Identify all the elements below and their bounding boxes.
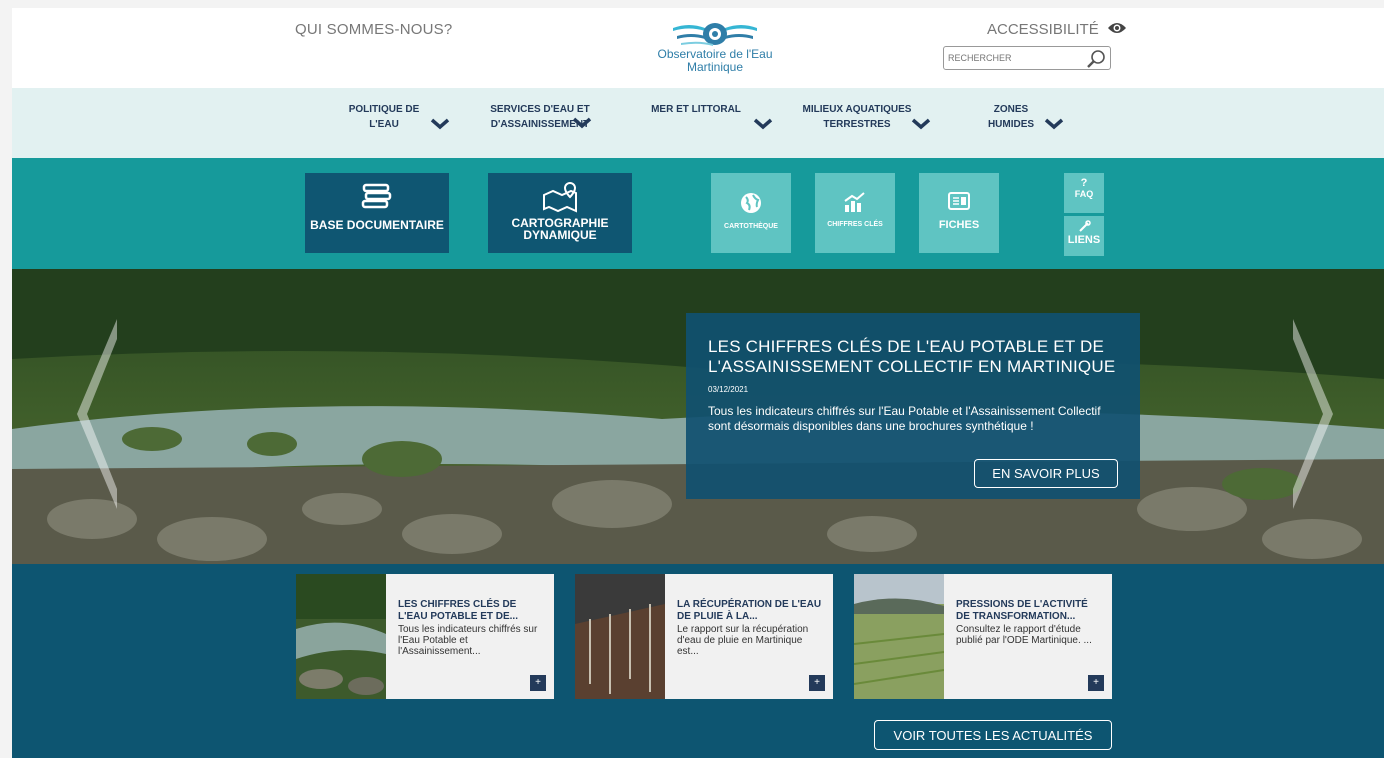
chevron-left-icon[interactable] [72, 319, 122, 509]
nav-item-label: MILIEUX AQUATIQUES TERRESTRES [802, 104, 912, 130]
tools-bar: BASE DOCUMENTAIRE CARTOGRAPHIE DYNAMIQUE… [12, 158, 1384, 269]
news-card-text: Tous les indicateurs chiffrés sur l'Eau … [398, 624, 538, 657]
chiffres-cles-label: CHIFFRES CLÉS [827, 221, 883, 228]
fiches-tile[interactable]: FICHES [919, 173, 999, 253]
hero-text: Tous les indicateurs chiffrés sur l'Eau … [708, 404, 1101, 433]
page: QUI SOMMES-NOUS? Observatoire de l'Eau M… [12, 8, 1384, 758]
cartotheque-tile[interactable]: CARTOTHÈQUE [711, 173, 791, 253]
chart-icon [844, 192, 865, 212]
search-icon[interactable] [1086, 49, 1106, 74]
water-eye-logo-icon [673, 23, 757, 46]
fiches-label: FICHES [938, 219, 980, 231]
cartographie-label: CARTOGRAPHIE DYNAMIQUE [511, 216, 609, 242]
chevron-down-icon[interactable] [572, 117, 592, 129]
news-card-image [296, 574, 386, 699]
hero-slider: LES CHIFFRES CLÉS DE L'EAU POTABLE ET DE… [12, 269, 1384, 564]
news-card[interactable]: LES CHIFFRES CLÉS DE L'EAU POTABLE ET DE… [296, 574, 554, 699]
site-logo[interactable]: Observatoire de l'Eau Martinique [640, 20, 790, 82]
plus-icon[interactable]: + [1088, 675, 1104, 691]
document-icon [948, 192, 970, 210]
plus-icon[interactable]: + [809, 675, 825, 691]
eye-icon [1107, 21, 1127, 39]
chevron-down-icon[interactable] [911, 118, 931, 130]
nav-item-label: MER ET LITTORAL [651, 104, 741, 115]
liens-tile[interactable]: LIENS [1064, 216, 1104, 256]
logo-line2: Martinique [686, 60, 744, 74]
chevron-down-icon[interactable] [753, 118, 773, 130]
nav-item-label: POLITIQUE DE L'EAU [348, 104, 420, 130]
news-card-title: PRESSIONS DE L'ACTIVITÉ DE TRANSFORMATIO… [956, 599, 1088, 622]
liens-label: LIENS [1067, 234, 1101, 246]
news-card-image [854, 574, 944, 699]
hero-title: LES CHIFFRES CLÉS DE L'EAU POTABLE ET DE… [708, 337, 1116, 376]
chevron-right-icon[interactable] [1288, 319, 1338, 509]
chevron-down-icon[interactable] [430, 118, 450, 130]
hero-caption: LES CHIFFRES CLÉS DE L'EAU POTABLE ET DE… [686, 313, 1140, 499]
news-card[interactable]: LA RÉCUPÉRATION DE L'EAU DE PLUIE À LA..… [575, 574, 833, 699]
nav-item-zones[interactable]: ZONES HUMIDES [976, 102, 1046, 132]
faq-tile[interactable]: ? FAQ [1064, 173, 1104, 213]
news-card-title: LA RÉCUPÉRATION DE L'EAU DE PLUIE À LA..… [677, 599, 822, 622]
news-card-body: LA RÉCUPÉRATION DE L'EAU DE PLUIE À LA..… [665, 574, 833, 699]
nav-item-politique[interactable]: POLITIQUE DE L'EAU [344, 102, 424, 132]
plus-icon[interactable]: + [530, 675, 546, 691]
hero-date: 03/12/2021 [708, 385, 749, 394]
news-card-text: Consultez le rapport d'étude publié par … [956, 624, 1092, 646]
link-icon [1079, 220, 1091, 232]
globe-icon [741, 193, 761, 213]
faq-label: FAQ [1074, 189, 1094, 199]
en-savoir-plus-button[interactable]: EN SAVOIR PLUS [974, 459, 1118, 488]
chevron-down-icon[interactable] [1044, 118, 1064, 130]
about-link[interactable]: QUI SOMMES-NOUS? [295, 21, 452, 38]
base-documentaire-tile[interactable]: BASE DOCUMENTAIRE [305, 173, 449, 253]
news-card-title: LES CHIFFRES CLÉS DE L'EAU POTABLE ET DE… [398, 599, 518, 622]
map-pin-icon [543, 181, 577, 213]
chiffres-cles-tile[interactable]: CHIFFRES CLÉS [815, 173, 895, 253]
nav-item-milieux[interactable]: MILIEUX AQUATIQUES TERRESTRES [798, 102, 916, 132]
nav-item-mer[interactable]: MER ET LITTORAL [648, 102, 744, 117]
books-icon [361, 183, 392, 209]
news-card[interactable]: PRESSIONS DE L'ACTIVITÉ DE TRANSFORMATIO… [854, 574, 1112, 699]
cartographie-tile[interactable]: CARTOGRAPHIE DYNAMIQUE [488, 173, 632, 253]
question-icon: ? [1080, 177, 1088, 189]
main-nav: POLITIQUE DE L'EAU SERVICES D'EAU ET D'A… [12, 88, 1384, 158]
accessibility-link[interactable]: ACCESSIBILITÉ [987, 21, 1127, 39]
nav-item-label: ZONES HUMIDES [987, 104, 1035, 130]
base-documentaire-label: BASE DOCUMENTAIRE [310, 218, 444, 232]
news-card-text: Le rapport sur la récupération d'eau de … [677, 624, 809, 657]
news-card-body: PRESSIONS DE L'ACTIVITÉ DE TRANSFORMATIO… [944, 574, 1112, 699]
news-section: LES CHIFFRES CLÉS DE L'EAU POTABLE ET DE… [12, 564, 1384, 758]
accessibility-label: ACCESSIBILITÉ [987, 21, 1099, 38]
news-card-body: LES CHIFFRES CLÉS DE L'EAU POTABLE ET DE… [386, 574, 554, 699]
cartotheque-label: CARTOTHÈQUE [724, 223, 778, 230]
top-header: QUI SOMMES-NOUS? Observatoire de l'Eau M… [12, 8, 1384, 88]
search-box [943, 46, 1111, 70]
search-input[interactable] [944, 47, 1074, 69]
news-card-image [575, 574, 665, 699]
voir-toutes-actualites-button[interactable]: VOIR TOUTES LES ACTUALITÉS [874, 720, 1112, 750]
